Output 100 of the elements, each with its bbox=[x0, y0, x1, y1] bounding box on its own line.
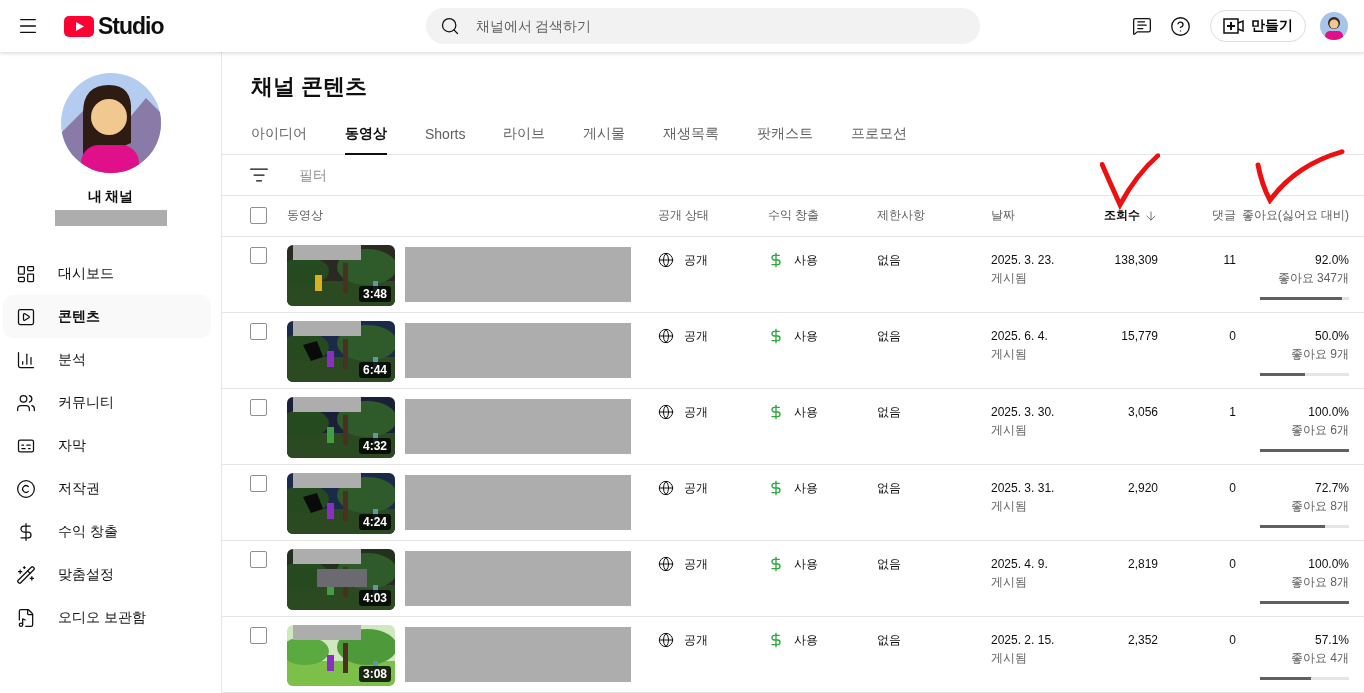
search-input[interactable]: 채널에서 검색하기 bbox=[473, 17, 966, 35]
visibility-text: 공개 bbox=[684, 632, 708, 649]
tab[interactable]: 팟캐스트 bbox=[757, 115, 814, 156]
video-thumbnail[interactable]: 4:24 bbox=[287, 473, 395, 534]
video-thumbnail[interactable]: 6:44 bbox=[287, 321, 395, 382]
globe-icon bbox=[658, 556, 674, 572]
help-button[interactable] bbox=[1168, 14, 1192, 38]
video-thumbnail[interactable]: 3:48 bbox=[287, 245, 395, 306]
likes-count: 좋아요 9개 bbox=[1291, 346, 1349, 363]
redacted-block bbox=[293, 625, 361, 640]
dollar-icon bbox=[768, 328, 784, 344]
monetization-text: 사용 bbox=[794, 556, 818, 573]
tab[interactable]: Shorts bbox=[425, 115, 466, 156]
sidebar-item[interactable]: 오디오 보관함 bbox=[3, 596, 211, 639]
likes-percent: 50.0% bbox=[1314, 328, 1349, 345]
sidebar-item[interactable]: 저작권 bbox=[3, 467, 211, 510]
dollar-icon bbox=[768, 252, 784, 268]
magic-wand-icon bbox=[16, 564, 36, 585]
sidebar-item[interactable]: 대시보드 bbox=[3, 252, 211, 295]
date-text: 2025. 3. 31. bbox=[991, 480, 1055, 497]
likes-percent: 92.0% bbox=[1314, 252, 1349, 269]
likes-percent: 100.0% bbox=[1308, 404, 1349, 421]
visibility-text: 공개 bbox=[684, 328, 708, 345]
restrictions-text: 없음 bbox=[877, 252, 901, 269]
sidebar-item[interactable]: 자막 bbox=[3, 424, 211, 467]
checkbox[interactable] bbox=[250, 207, 267, 225]
video-thumbnail[interactable]: 4:03 bbox=[287, 549, 395, 610]
duration-label: 4:24 bbox=[358, 514, 391, 530]
sidebar-item[interactable]: 콘텐츠 bbox=[3, 295, 211, 338]
views-count: 2,352 bbox=[1127, 632, 1158, 649]
duration-label: 4:32 bbox=[358, 438, 391, 454]
people-icon bbox=[16, 392, 36, 413]
status-text: 게시됨 bbox=[991, 422, 1027, 439]
sidebar-item[interactable]: 맞춤설정 bbox=[3, 553, 211, 596]
checkbox[interactable] bbox=[250, 247, 267, 264]
column-header[interactable]: 동영상 bbox=[287, 207, 323, 225]
comments-count: 1 bbox=[1229, 404, 1236, 421]
create-button[interactable]: 만들기 bbox=[1210, 10, 1306, 42]
column-header[interactable]: 공개 상태 bbox=[658, 207, 710, 225]
tab[interactable]: 재생목록 bbox=[663, 115, 720, 156]
likes-count: 좋아요 6개 bbox=[1291, 422, 1349, 439]
globe-icon bbox=[658, 328, 674, 344]
column-header[interactable]: 좋아요(싫어요 대비) bbox=[1241, 207, 1349, 225]
likes-count: 좋아요 347개 bbox=[1277, 270, 1349, 287]
visibility-text: 공개 bbox=[684, 556, 708, 573]
restrictions-text: 없음 bbox=[877, 480, 901, 497]
comments-count: 11 bbox=[1223, 252, 1236, 269]
sidebar-item[interactable]: 수익 창출 bbox=[3, 510, 211, 553]
video-thumbnail[interactable]: 4:32 bbox=[287, 397, 395, 458]
search-field[interactable]: 채널에서 검색하기 bbox=[425, 8, 980, 44]
column-header[interactable]: 조회수 bbox=[1104, 207, 1140, 225]
column-header[interactable]: 댓글 bbox=[1212, 207, 1236, 225]
dollar-icon bbox=[768, 404, 784, 420]
column-header[interactable]: 날짜 bbox=[991, 207, 1015, 225]
redacted-block bbox=[293, 397, 361, 412]
visibility-text: 공개 bbox=[684, 252, 708, 269]
dashboard-icon bbox=[16, 263, 36, 284]
monetization-text: 사용 bbox=[794, 404, 818, 421]
monetization-text: 사용 bbox=[794, 252, 818, 269]
views-count: 2,819 bbox=[1127, 556, 1158, 573]
video-thumbnail[interactable]: 3:08 bbox=[287, 625, 395, 686]
comments-count: 0 bbox=[1229, 328, 1236, 345]
logo-text: Studio bbox=[98, 12, 164, 40]
logo-icon bbox=[64, 15, 94, 37]
status-text: 게시됨 bbox=[991, 650, 1027, 667]
tab[interactable]: 프로모션 bbox=[851, 115, 908, 156]
visibility-text: 공개 bbox=[684, 404, 708, 421]
date-text: 2025. 4. 9. bbox=[991, 556, 1048, 573]
channel-name: 내 채널 bbox=[87, 188, 134, 206]
tab[interactable]: 게시물 bbox=[583, 115, 626, 156]
column-header[interactable]: 제한사항 bbox=[877, 207, 925, 225]
comments-count: 0 bbox=[1229, 480, 1236, 497]
checkbox[interactable] bbox=[250, 627, 267, 644]
monetization-text: 사용 bbox=[794, 480, 818, 497]
globe-icon bbox=[658, 252, 674, 268]
sort-arrow-icon bbox=[1144, 208, 1158, 223]
likes-percent: 72.7% bbox=[1314, 480, 1349, 497]
duration-label: 3:48 bbox=[358, 286, 391, 302]
sidebar-item[interactable]: 커뮤니티 bbox=[3, 381, 211, 424]
play-icon bbox=[16, 306, 36, 327]
globe-icon bbox=[658, 632, 674, 648]
checkbox[interactable] bbox=[250, 323, 267, 340]
checkbox[interactable] bbox=[250, 399, 267, 416]
redacted-block bbox=[293, 321, 361, 336]
copyright-icon bbox=[16, 478, 36, 499]
likes-count: 좋아요 8개 bbox=[1291, 498, 1349, 515]
dollar-icon bbox=[768, 632, 784, 648]
tab[interactable]: 동영상 bbox=[345, 115, 387, 156]
checkbox[interactable] bbox=[250, 551, 267, 568]
views-count: 2,920 bbox=[1127, 480, 1158, 497]
column-header[interactable]: 수익 창출 bbox=[768, 207, 820, 225]
duration-label: 6:44 bbox=[358, 362, 391, 378]
sidebar-item[interactable]: 분석 bbox=[3, 338, 211, 381]
checkbox[interactable] bbox=[250, 475, 267, 492]
globe-icon bbox=[658, 480, 674, 496]
tab[interactable]: 아이디어 bbox=[251, 115, 307, 156]
duration-label: 4:03 bbox=[358, 590, 391, 606]
tab[interactable]: 라이브 bbox=[503, 115, 546, 156]
visibility-text: 공개 bbox=[684, 480, 708, 497]
avatar-icon[interactable] bbox=[1320, 12, 1348, 40]
